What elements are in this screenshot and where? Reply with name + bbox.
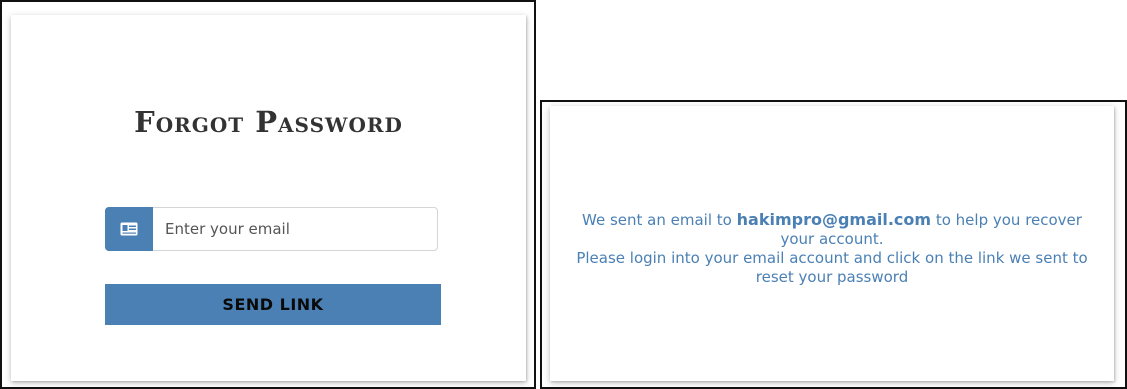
recipient-email: hakimpro@gmail.com xyxy=(736,210,932,229)
forgot-password-frame: Forgot Password SEND LINK xyxy=(0,0,536,389)
message-instruction: Please login into your email account and… xyxy=(576,249,1088,286)
confirmation-message: We sent an email to hakimpro@gmail.com t… xyxy=(570,210,1094,287)
page-title: Forgot Password xyxy=(134,105,403,139)
id-card-icon xyxy=(105,207,153,251)
email-input[interactable] xyxy=(153,209,437,249)
email-input-group[interactable] xyxy=(105,207,438,251)
send-link-button[interactable]: SEND LINK xyxy=(105,284,441,325)
confirmation-card: We sent an email to hakimpro@gmail.com t… xyxy=(550,106,1114,381)
confirmation-frame: We sent an email to hakimpro@gmail.com t… xyxy=(540,100,1127,389)
message-prefix: We sent an email to xyxy=(582,211,732,229)
forgot-password-card: Forgot Password SEND LINK xyxy=(11,15,526,381)
